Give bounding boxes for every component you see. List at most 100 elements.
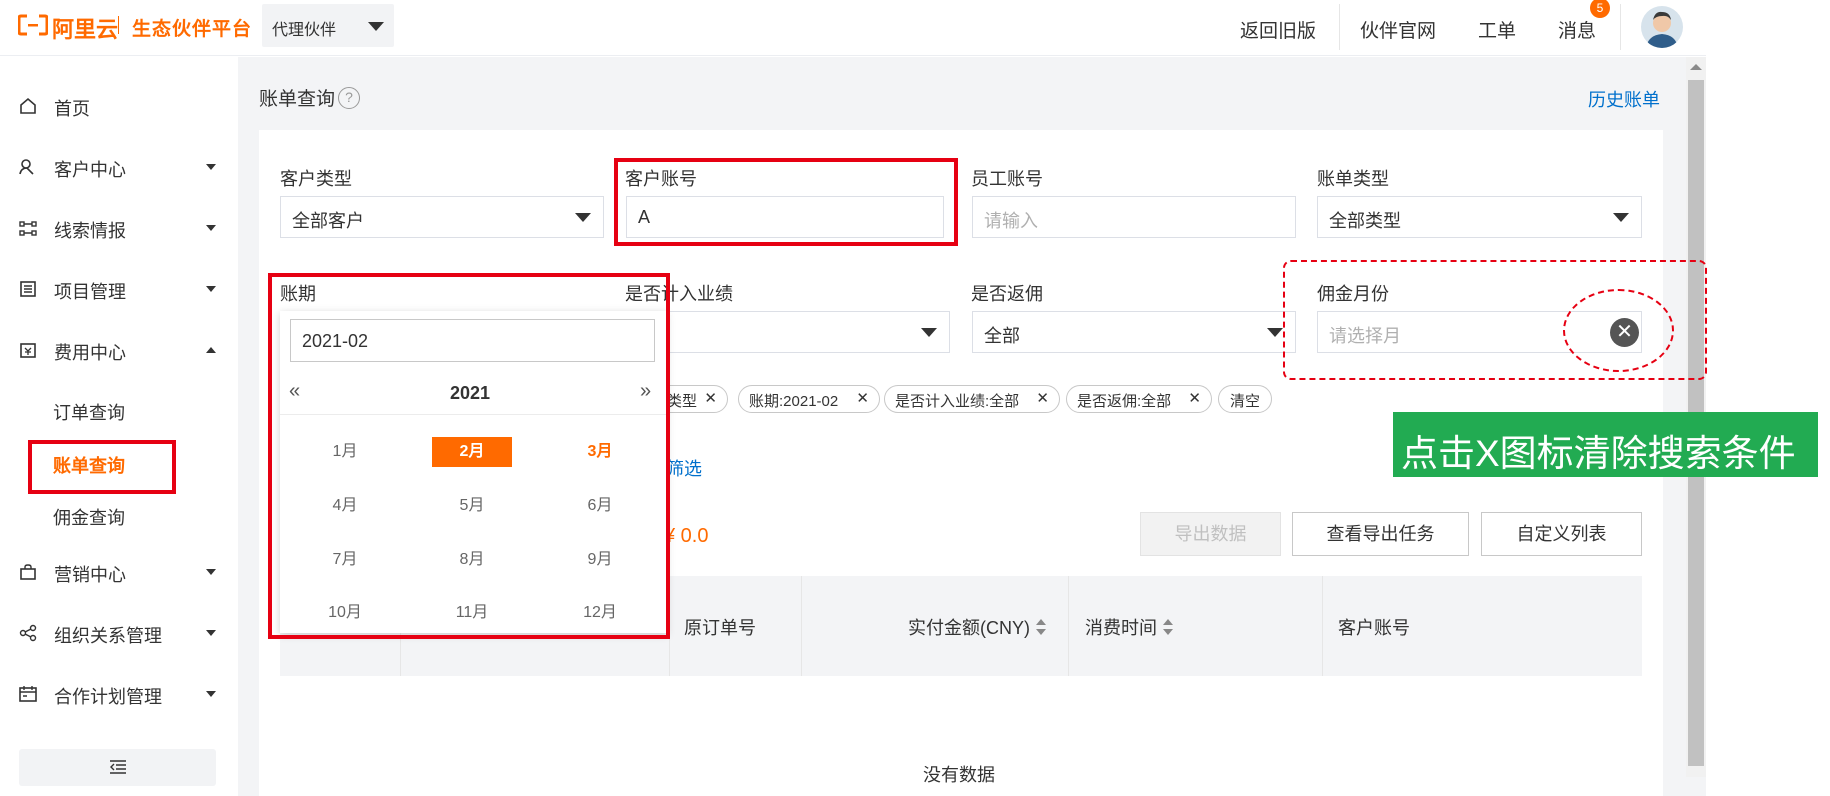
customize-columns-button[interactable]: 自定义列表: [1481, 512, 1642, 556]
column-header-label: 消费时间: [1085, 618, 1157, 638]
customer-type-value: 全部客户: [292, 211, 364, 231]
column-divider: [1068, 576, 1069, 676]
highlight-clear-icon: [1563, 289, 1674, 372]
filter-tag-label: 账期:2021-02: [749, 393, 839, 410]
nav-old-version[interactable]: 返回旧版: [1240, 16, 1316, 43]
export-data-button[interactable]: 导出数据: [1140, 512, 1281, 556]
calendar-icon: [19, 686, 37, 702]
share-icon: [19, 624, 37, 642]
page-title: 账单查询: [259, 89, 336, 110]
column-header-consume-time[interactable]: 消费时间: [1085, 614, 1174, 640]
sidebar-item-label: 首页: [54, 99, 90, 119]
sort-icon[interactable]: [1035, 618, 1047, 636]
role-select-value: 代理伙伴: [272, 22, 337, 39]
sidebar-item-cooperation[interactable]: 合作计划管理: [0, 674, 238, 714]
column-header-paid-amount[interactable]: 实付金额(CNY): [908, 614, 1047, 640]
highlight-customer-account: [614, 158, 958, 246]
clear-tags-button[interactable]: 清空: [1218, 385, 1272, 413]
sidebar-item-label: 客户中心: [54, 160, 126, 180]
close-icon[interactable]: ✕: [704, 389, 717, 407]
sidebar: 首页 客户中心 线索情报 项目管理 费用中心 订单查询 账单查询 佣金查询 营销…: [0, 57, 238, 796]
sidebar-item-label: 合作计划管理: [54, 687, 162, 707]
rebate-label: 是否返佣: [971, 284, 1043, 304]
filter-link[interactable]: 筛选: [666, 455, 702, 481]
bill-type-value: 全部类型: [1329, 211, 1401, 231]
collapse-menu-icon: [110, 760, 126, 774]
rebate-value: 全部: [984, 326, 1020, 346]
close-icon[interactable]: ✕: [856, 389, 869, 407]
staff-account-label: 员工账号: [971, 169, 1043, 189]
bill-type-select[interactable]: 全部类型: [1317, 196, 1642, 238]
filter-tag-period[interactable]: 账期:2021-02 ✕: [738, 385, 880, 413]
home-icon: [20, 97, 36, 114]
sidebar-item-home[interactable]: 首页: [0, 86, 238, 126]
column-header-label: 实付金额(CNY): [908, 618, 1030, 638]
sidebar-item-marketing[interactable]: 营销中心: [0, 552, 238, 592]
chevron-up-icon: [206, 347, 216, 353]
filter-tag-label: 类型: [667, 393, 698, 410]
top-bar: 阿里云 生态伙伴平台 代理伙伴 返回旧版 伙伴官网 工单 消息 5: [0, 0, 1706, 56]
sidebar-item-organization[interactable]: 组织关系管理: [0, 613, 238, 653]
chevron-down-icon: [206, 164, 216, 170]
filter-tag-label: 是否计入业绩:全部: [895, 393, 1020, 410]
customer-type-label: 客户类型: [280, 169, 352, 189]
customer-type-select[interactable]: 全部客户: [280, 196, 604, 238]
chevron-down-icon: [206, 630, 216, 636]
column-divider: [801, 576, 802, 676]
fee-icon: [20, 343, 36, 358]
history-bills-link[interactable]: 历史账单: [1588, 86, 1660, 112]
column-divider: [1322, 576, 1323, 676]
nav-divider: [1339, 4, 1340, 50]
instruction-callout: 点击X图标清除搜索条件: [1393, 412, 1818, 477]
sidebar-item-leads[interactable]: 线索情报: [0, 208, 238, 248]
filter-tag-performance[interactable]: 是否计入业绩:全部 ✕: [884, 385, 1060, 413]
avatar[interactable]: [1641, 6, 1683, 48]
sidebar-item-fees[interactable]: 费用中心: [0, 330, 238, 370]
customer-icon: [19, 159, 34, 175]
close-icon[interactable]: ✕: [1188, 389, 1201, 407]
chevron-down-icon: [206, 286, 216, 292]
sidebar-sub-commission[interactable]: 佣金查询: [53, 504, 125, 530]
staff-account-input[interactable]: 请输入: [972, 196, 1296, 238]
chevron-down-icon: [368, 22, 384, 31]
bill-type-label: 账单类型: [1317, 169, 1389, 189]
chevron-down-icon: [575, 213, 591, 222]
user-avatar-icon: [1646, 11, 1678, 48]
sidebar-item-label: 组织关系管理: [54, 626, 162, 646]
count-performance-select[interactable]: 部: [626, 311, 950, 353]
rebate-select[interactable]: 全部: [972, 311, 1296, 353]
empty-table-text: 没有数据: [923, 765, 995, 785]
sidebar-item-label: 营销中心: [54, 565, 126, 585]
sort-icon[interactable]: [1162, 618, 1174, 636]
bag-icon: [20, 564, 36, 580]
logo-text[interactable]: 阿里云: [52, 12, 118, 44]
sidebar-item-label: 线索情报: [54, 221, 126, 241]
platform-name[interactable]: 生态伙伴平台: [132, 14, 252, 41]
column-header-order-no: 原订单号: [684, 618, 756, 638]
filter-tag-label: 是否返佣:全部: [1077, 393, 1172, 410]
filter-tag-rebate[interactable]: 是否返佣:全部 ✕: [1066, 385, 1212, 413]
chevron-down-icon: [206, 225, 216, 231]
role-select[interactable]: 代理伙伴: [262, 4, 394, 47]
sidebar-collapse-button[interactable]: [19, 749, 216, 786]
project-icon: [20, 281, 36, 297]
chevron-down-icon: [1613, 213, 1629, 222]
chevron-down-icon: [1267, 328, 1283, 337]
message-count-badge: 5: [1590, 0, 1610, 18]
nav-messages[interactable]: 消息: [1558, 16, 1596, 43]
sidebar-item-label: 费用中心: [54, 343, 126, 363]
logo-divider: [118, 16, 119, 34]
sidebar-item-customer[interactable]: 客户中心: [0, 147, 238, 187]
scroll-up-icon[interactable]: [1690, 64, 1702, 70]
view-export-tasks-button[interactable]: 查看导出任务: [1292, 512, 1469, 556]
help-icon[interactable]: ?: [338, 87, 360, 109]
nav-partner-site[interactable]: 伙伴官网: [1360, 16, 1436, 43]
highlight-bill-query-menu: [28, 440, 176, 494]
nav-tickets[interactable]: 工单: [1478, 16, 1516, 43]
close-icon[interactable]: ✕: [1036, 389, 1049, 407]
sidebar-item-projects[interactable]: 项目管理: [0, 269, 238, 309]
aliyun-logo-icon[interactable]: [18, 14, 48, 36]
leads-icon: [19, 221, 37, 236]
sidebar-sub-orders[interactable]: 订单查询: [53, 399, 125, 425]
total-amount: ¥ 0.0: [664, 525, 709, 547]
